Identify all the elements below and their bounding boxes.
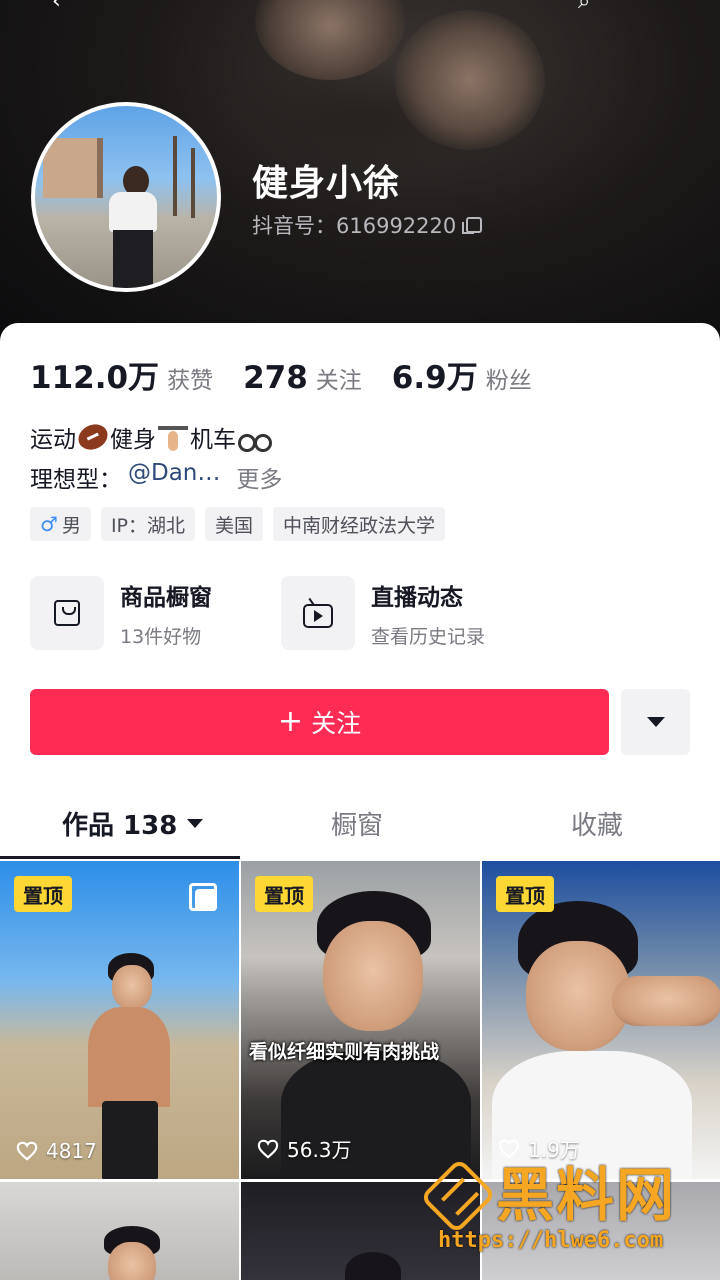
video-caption: 看似纤细实则有肉挑战 (249, 1041, 440, 1063)
stats-row: 112.0万 获赞 278 关注 6.9万 粉丝 (30, 352, 562, 397)
pinned-badge: 置顶 (255, 876, 313, 912)
heart-icon (257, 1139, 279, 1159)
video-likes: 1.9万 (498, 1134, 580, 1163)
football-icon (74, 419, 112, 455)
bio-more-link[interactable]: 更多 (236, 460, 282, 494)
follow-button[interactable]: + 关注 (30, 689, 609, 755)
stat-followers-value: 6.9万 (391, 360, 478, 396)
banner-image-fist (395, 10, 545, 150)
bio-line-1: 运动 健身 机车 (30, 419, 274, 455)
bio-word: 健身 (110, 427, 156, 453)
tab-favorites[interactable]: 收藏 (571, 805, 623, 842)
avatar-palm (191, 148, 195, 218)
stat-following-value: 278 (243, 360, 308, 396)
tag-ip: IP：湖北 (100, 507, 196, 541)
heart-icon (16, 1141, 38, 1161)
shop-subtitle: 13件好物 (120, 625, 202, 648)
pinned-badge: 置顶 (496, 876, 554, 912)
thumb-figure (323, 921, 423, 1031)
shop-icon-box (30, 576, 104, 650)
more-dropdown-button[interactable] (621, 689, 690, 755)
bio-line-2: 理想型： @Dan… 更多 (30, 460, 282, 494)
stat-followers[interactable]: 6.9万 粉丝 (392, 352, 532, 397)
back-icon[interactable]: ‹ (52, 0, 76, 14)
live-subtitle: 查看历史记录 (371, 625, 486, 648)
copy-icon[interactable] (462, 217, 483, 234)
multi-image-icon (189, 883, 217, 911)
thumb-figure (112, 965, 152, 1009)
video-likes: 4817 (16, 1139, 97, 1163)
live-icon-box (281, 576, 355, 650)
heart-icon (498, 1139, 520, 1159)
tag-school[interactable]: 中南财经政法大学 (273, 507, 446, 541)
site-watermark: 黑料网 https://hlwe6.com (419, 1157, 710, 1260)
shopping-bag-icon (54, 600, 80, 626)
profile-tags: ♂ 男 IP：湖北 美国 中南财经政法大学 (30, 507, 446, 541)
bio-mention-link[interactable]: @Dan… (128, 460, 220, 494)
stat-following[interactable]: 278 关注 (243, 360, 362, 396)
thumb-figure (102, 1101, 158, 1179)
shop-title: 商品橱窗 (120, 584, 212, 611)
stat-likes-value: 112.0万 (30, 360, 160, 396)
search-icon[interactable]: ⌕ (578, 0, 602, 14)
video-thumbnail[interactable]: 置顶 4817 (0, 861, 239, 1179)
avatar-person-legs (113, 230, 153, 288)
live-entry[interactable]: 直播动态 查看历史记录 (281, 576, 485, 650)
tag-gender-text: 男 (61, 514, 81, 537)
stat-following-label: 关注 (315, 368, 362, 394)
video-likes-count: 4817 (46, 1139, 97, 1163)
thumb-figure (612, 976, 720, 1026)
tag-gender: ♂ 男 (30, 507, 91, 541)
plus-icon: + (277, 704, 304, 739)
tag-country: 美国 (205, 507, 264, 541)
watermark-title: 黑料网 (496, 1161, 677, 1229)
tv-icon (303, 603, 333, 628)
weightlifter-icon (158, 422, 188, 452)
video-thumbnail[interactable] (0, 1182, 239, 1280)
caret-down-icon (187, 819, 204, 828)
stat-likes[interactable]: 112.0万 获赞 (30, 352, 213, 397)
motorcycle-icon (238, 426, 272, 452)
pinned-badge: 置顶 (14, 876, 72, 912)
profile-name: 健身小徐 (252, 163, 401, 204)
watermark-logo-icon (419, 1157, 497, 1235)
follow-label: 关注 (311, 709, 362, 738)
male-icon: ♂ (40, 512, 58, 536)
bio-word: 机车 (190, 427, 236, 453)
video-thumbnail[interactable]: 置顶 1.9万 (482, 861, 720, 1179)
uid-text: 抖音号：616992220 (252, 214, 457, 238)
tab-active-indicator (0, 856, 240, 859)
stat-likes-label: 获赞 (167, 368, 214, 394)
bio-word: 运动 (30, 427, 76, 453)
shop-window-entry[interactable]: 商品橱窗 13件好物 (30, 576, 212, 650)
watermark-url: https://hlwe6.com (438, 1228, 664, 1253)
bio-prefix: 理想型： (30, 467, 122, 493)
avatar[interactable] (31, 102, 221, 292)
thumb-figure (345, 1252, 401, 1280)
profile-uid[interactable]: 抖音号：616992220 (252, 210, 483, 240)
video-likes-count: 56.3万 (287, 1138, 352, 1162)
video-thumbnail[interactable]: 置顶 看似纤细实则有肉挑战 56.3万 (241, 861, 480, 1179)
avatar-person-body (109, 192, 157, 232)
tab-works[interactable]: 作品 138 (62, 805, 204, 842)
content-tabs: 作品 138 橱窗 收藏 (0, 795, 720, 859)
stat-followers-label: 粉丝 (485, 368, 532, 394)
tab-works-label: 作品 138 (62, 811, 178, 841)
caret-down-icon (646, 717, 665, 727)
video-likes: 56.3万 (257, 1134, 352, 1163)
avatar-building (43, 138, 103, 198)
thumb-figure (108, 1242, 156, 1280)
video-likes-count: 1.9万 (528, 1138, 580, 1162)
tab-showcase[interactable]: 橱窗 (331, 805, 383, 842)
live-title: 直播动态 (371, 584, 463, 611)
avatar-palm (173, 136, 177, 216)
thumb-figure (88, 1007, 170, 1107)
